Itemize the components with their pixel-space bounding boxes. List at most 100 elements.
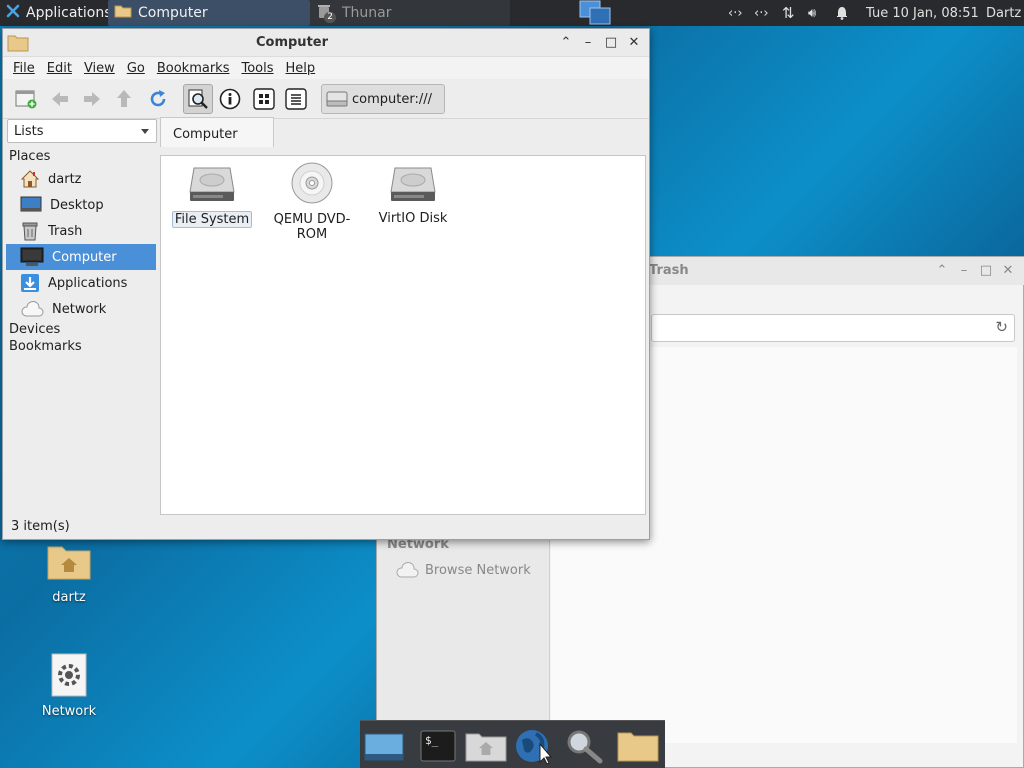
window-title: Computer — [255, 35, 329, 50]
home-icon — [20, 170, 40, 188]
sidebar-item-label: Desktop — [50, 197, 104, 213]
reload-icon — [150, 90, 166, 107]
trash-group-icon: 2 — [316, 3, 336, 23]
menu-tools[interactable]: Tools — [235, 61, 279, 76]
dock: $_ — [360, 720, 665, 768]
maximize-alt-icon[interactable]: ⌃ — [933, 262, 951, 280]
home-folder-icon — [24, 540, 114, 584]
desktop-icon-home[interactable]: dartz — [24, 540, 114, 605]
file-manager-window[interactable]: Computer ⌃ – □ ✕ File Edit View Go Bookm… — [2, 28, 650, 540]
status-bar: 3 item(s) — [3, 515, 649, 539]
location-button[interactable]: computer:/// — [321, 84, 445, 114]
dock-search[interactable] — [562, 726, 606, 766]
background-address-bar[interactable]: ↻ — [651, 314, 1015, 342]
icon-view-button[interactable] — [249, 84, 279, 114]
sidebar-item-label: dartz — [48, 171, 82, 187]
arrow-right-icon — [84, 92, 100, 106]
shade-icon[interactable]: ⌃ — [557, 34, 575, 52]
user-menu[interactable]: Dartz — [986, 0, 1024, 26]
applications-label: Applications — [26, 5, 108, 21]
sidebar-item-home[interactable]: dartz — [6, 166, 156, 192]
sidebar-item-label: Applications — [48, 275, 128, 291]
file-item-file-system[interactable]: File System — [164, 164, 260, 228]
network-indicator-icon[interactable]: ‹·› — [728, 0, 750, 26]
close-icon[interactable]: ✕ — [999, 262, 1017, 280]
file-view[interactable]: File System QEMU DVD-ROM VirtIO Disk — [160, 155, 646, 515]
clock[interactable]: Tue 10 Jan, 08:51 — [866, 0, 982, 26]
dock-files[interactable] — [616, 726, 660, 766]
sidebar-heading-bookmarks[interactable]: Bookmarks — [9, 339, 82, 354]
dock-show-desktop[interactable] — [362, 726, 406, 766]
network-indicator-2-icon[interactable]: ‹·› — [754, 0, 776, 26]
network-settings-icon — [24, 652, 114, 698]
search-icon — [188, 89, 208, 109]
task-label: Thunar — [342, 5, 392, 21]
sidebar-item-label: Computer — [52, 249, 117, 265]
folder-icon — [617, 732, 659, 762]
file-item-dvd-rom[interactable]: QEMU DVD-ROM — [264, 161, 360, 242]
dock-home-folder[interactable] — [464, 726, 508, 766]
optical-disc-icon — [291, 162, 333, 204]
workspace-switcher[interactable] — [578, 0, 614, 26]
sidebar-item-network[interactable]: Network — [6, 296, 156, 322]
menu-bar: File Edit View Go Bookmarks Tools Help — [3, 57, 649, 79]
titlebar[interactable]: Computer ⌃ – □ ✕ — [3, 29, 649, 57]
arrow-up-icon — [117, 90, 131, 107]
notifications-bell-icon[interactable] — [836, 0, 854, 26]
xfce-logo-icon — [6, 4, 20, 22]
sidebar-heading-devices[interactable]: Devices — [9, 322, 60, 337]
menu-edit[interactable]: Edit — [41, 61, 78, 76]
search-button[interactable] — [183, 84, 213, 114]
new-tab-button[interactable] — [11, 84, 41, 114]
minimize-icon[interactable]: – — [955, 262, 973, 280]
location-label: computer:/// — [352, 91, 432, 107]
sidebar-item-label: Browse Network — [425, 562, 531, 578]
menu-bookmarks[interactable]: Bookmarks — [151, 61, 236, 76]
task-thunar[interactable]: 2 Thunar — [310, 0, 510, 26]
close-icon[interactable]: ✕ — [625, 34, 643, 52]
dock-web-browser[interactable] — [512, 726, 556, 766]
forward-button[interactable] — [77, 84, 107, 114]
sidebar-item-trash[interactable]: Trash — [6, 218, 156, 244]
dock-terminal[interactable]: $_ — [416, 726, 460, 766]
applications-menu-button[interactable]: Applications ☰ — [0, 0, 108, 26]
sidebar-item-applications[interactable]: Applications — [6, 270, 156, 296]
globe-icon — [516, 730, 553, 765]
sidebar-item-computer[interactable]: Computer — [6, 244, 156, 270]
chevron-down-icon — [141, 129, 149, 134]
tab-computer[interactable]: Computer — [160, 117, 274, 147]
list-view-button[interactable] — [281, 84, 311, 114]
parent-folder-button[interactable] — [109, 84, 139, 114]
desktop-icon-network[interactable]: Network — [24, 652, 114, 719]
maximize-icon[interactable]: □ — [977, 262, 995, 280]
sidebar-heading-places: Places — [9, 149, 51, 164]
properties-button[interactable] — [215, 84, 245, 114]
desktop-icon-label: dartz — [52, 590, 86, 605]
hard-drive-icon — [390, 167, 436, 201]
sidebar-item-desktop[interactable]: Desktop — [6, 192, 156, 218]
volume-icon[interactable]: 🔊︎ — [808, 0, 828, 26]
reload-icon[interactable]: ↻ — [995, 318, 1008, 336]
magnifier-icon — [567, 730, 603, 764]
sidebar-item-browse-network[interactable]: Browse Network — [395, 561, 531, 579]
grid-view-icon — [253, 88, 275, 110]
side-pane-mode-select[interactable]: Lists — [7, 119, 157, 143]
file-item-virtio-disk[interactable]: VirtIO Disk — [365, 164, 461, 226]
task-computer[interactable]: Computer — [108, 0, 310, 26]
menu-view[interactable]: View — [78, 61, 121, 76]
network-transfer-icon[interactable]: ⇅ — [782, 0, 802, 26]
menu-file[interactable]: File — [7, 61, 41, 76]
desktop-icon — [20, 196, 42, 212]
menu-go[interactable]: Go — [121, 61, 151, 76]
svg-text:$_: $_ — [425, 734, 439, 747]
menu-help[interactable]: Help — [280, 61, 322, 76]
terminal-icon: $_ — [420, 730, 456, 762]
reload-button[interactable] — [143, 84, 173, 114]
back-button[interactable] — [45, 84, 75, 114]
cloud-icon — [21, 301, 44, 317]
maximize-icon[interactable]: □ — [602, 34, 620, 52]
arrow-left-icon — [52, 92, 68, 106]
applications-icon — [21, 274, 39, 292]
minimize-icon[interactable]: – — [579, 34, 597, 52]
home-folder-icon — [465, 733, 507, 762]
